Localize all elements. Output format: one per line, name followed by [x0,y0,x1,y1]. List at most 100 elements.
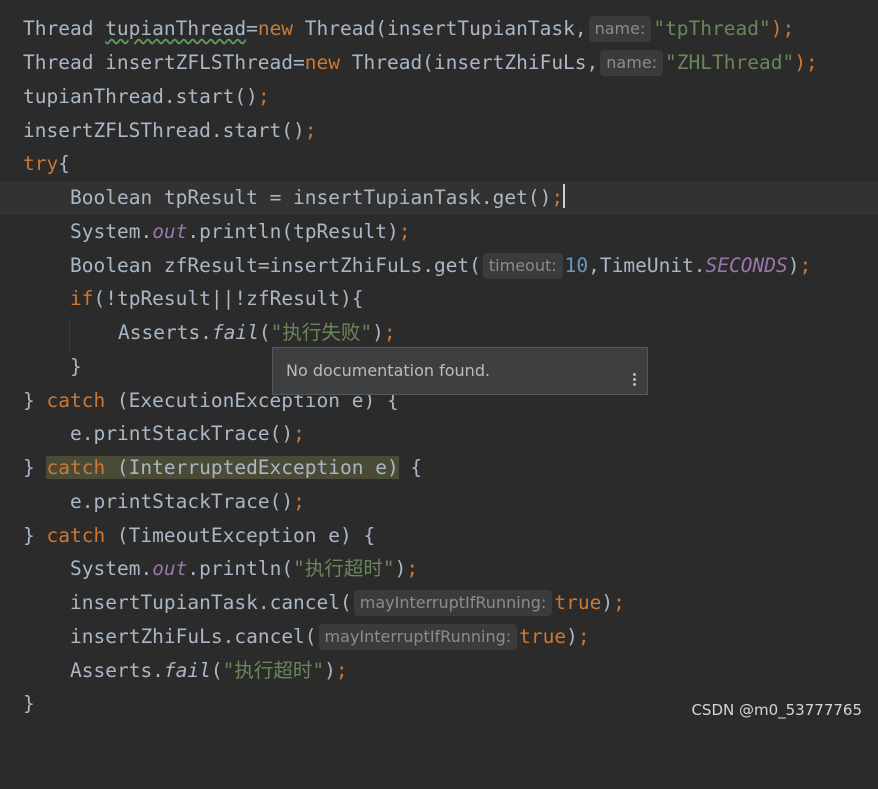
code-line-18[interactable]: insertTupianTask.cancel(mayInterruptIfRu… [0,586,878,620]
code-line-20[interactable]: Asserts.fail("执行超时"); [0,654,878,688]
code-token: ( [258,321,271,344]
code-line-1[interactable]: Thread tupianThread=new Thread(insertTup… [0,12,878,46]
documentation-tooltip: No documentation found. [272,347,648,395]
parameter-hint: name: [588,16,652,42]
code-line-8[interactable]: Boolean zfResult=insertZhiFuLs.get(timeo… [0,249,878,283]
code-line-13[interactable]: e.printStackTrace(); [0,417,878,451]
code-token: } [70,355,82,378]
code-token: Thread [23,17,106,40]
code-token: Asserts. [118,321,212,344]
code-token: Asserts. [70,659,164,682]
string-literal: "执行失败" [270,321,373,344]
watermark: CSDN @m0_53777765 [691,701,862,719]
keyword: try [23,152,59,175]
keyword: catch [46,524,106,547]
semicolon: ); [770,17,795,40]
semicolon: ); [794,51,818,74]
code-line-16[interactable]: } catch (TimeoutException e) { [0,519,878,553]
code-line-9[interactable]: if(!tpResult||!zfResult){ [0,282,878,316]
code-token: } [23,524,47,547]
code-token: e.printStackTrace() [70,422,294,445]
static-field: out [152,220,188,243]
semicolon: ; [335,659,348,682]
keyword: if [70,287,94,310]
method-call: fail [211,321,259,344]
code-token: .println(tpResult) [187,220,399,243]
code-line-19[interactable]: insertZhiFuLs.cancel(mayInterruptIfRunni… [0,620,878,654]
code-token: = [246,17,258,40]
parameter-hint: mayInterruptIfRunning: [318,624,518,650]
code-token: ) [372,321,384,344]
text-caret [563,184,566,208]
semicolon: ; [293,422,305,445]
code-token: { [398,456,423,479]
code-token: } [23,692,35,715]
string-literal: "ZHLThread" [665,51,795,74]
code-token: .println( [187,557,294,580]
code-line-2[interactable]: Thread insertZFLSThread=new Thread(inser… [0,46,878,80]
code-line-15[interactable]: e.printStackTrace(); [0,485,878,519]
code-editor[interactable]: Thread tupianThread=new Thread(insertTup… [0,0,878,729]
code-token: ,TimeUnit. [588,254,706,277]
semicolon: ; [551,186,564,209]
semicolon: ; [613,591,625,614]
number-literal: 10 [564,254,589,277]
code-line-10[interactable]: Asserts.fail("执行失败"); [0,316,878,350]
code-token: ( [210,659,223,682]
code-token: e.printStackTrace() [70,490,294,513]
semicolon: ; [398,220,411,243]
code-token: { [58,152,70,175]
keyword: catch [46,389,106,412]
semicolon: ; [257,85,270,108]
keyword: true [554,591,602,614]
code-token: (TimeoutException e) { [105,524,376,547]
code-token: System. [70,220,153,243]
code-line-6-current[interactable]: Boolean tpResult = insertTupianTask.get(… [0,181,878,215]
code-token: ) [601,591,614,614]
code-token: Boolean zfResult=insertZhiFuLs.get( [70,254,481,277]
code-token: ) [787,254,800,277]
semicolon: ; [577,625,590,648]
code-line-7[interactable]: System.out.println(tpResult); [0,215,878,249]
code-line-5[interactable]: try{ [0,147,878,181]
usage-highlight: catch (InterruptedException e) [46,456,399,479]
string-literal: "执行超时" [293,557,395,580]
semicolon: ; [293,490,305,513]
code-line-17[interactable]: System.out.println("执行超时"); [0,552,878,586]
semicolon: ; [799,254,812,277]
code-token: Thread(insertTupianTask, [293,17,587,40]
string-literal: "执行超时" [222,659,325,682]
tooltip-text: No documentation found. [286,361,491,380]
code-token: (InterruptedException e) [105,456,399,479]
keyword: catch [46,456,106,479]
method-call: fail [163,659,211,682]
string-literal: "tpThread" [653,17,771,40]
parameter-hint: timeout: [482,253,563,279]
code-line-3[interactable]: tupianThread.start(); [0,80,878,114]
code-token: ) [394,557,407,580]
keyword: new [257,17,294,40]
semicolon: ; [406,557,419,580]
code-line-4[interactable]: insertZFLSThread.start(); [0,114,878,148]
code-token: Thread(insertZhiFuLs, [340,51,599,74]
parameter-hint: name: [600,50,664,76]
keyword: true [519,625,567,648]
semicolon: ; [304,119,317,142]
parameter-hint: mayInterruptIfRunning: [353,590,553,616]
code-token: insertTupianTask.cancel( [70,591,352,614]
code-token: insertZhiFuLs.cancel( [70,625,317,648]
static-field: out [152,557,188,580]
static-field: SECONDS [705,254,788,277]
code-token: ) [324,659,336,682]
code-token: (!tpResult||!zfResult){ [93,287,364,310]
code-token: Boolean tpResult = insertTupianTask.get(… [70,186,552,209]
code-token: tupianThread [105,17,247,40]
code-token: } [23,389,47,412]
keyword: new [304,51,340,74]
code-token: tupianThread.start() [23,85,258,108]
more-options-icon[interactable] [633,373,637,388]
code-token: System. [70,557,153,580]
code-token: } [23,456,47,479]
code-line-14[interactable]: } catch (InterruptedException e) { [0,451,878,485]
code-token: ) [566,625,578,648]
